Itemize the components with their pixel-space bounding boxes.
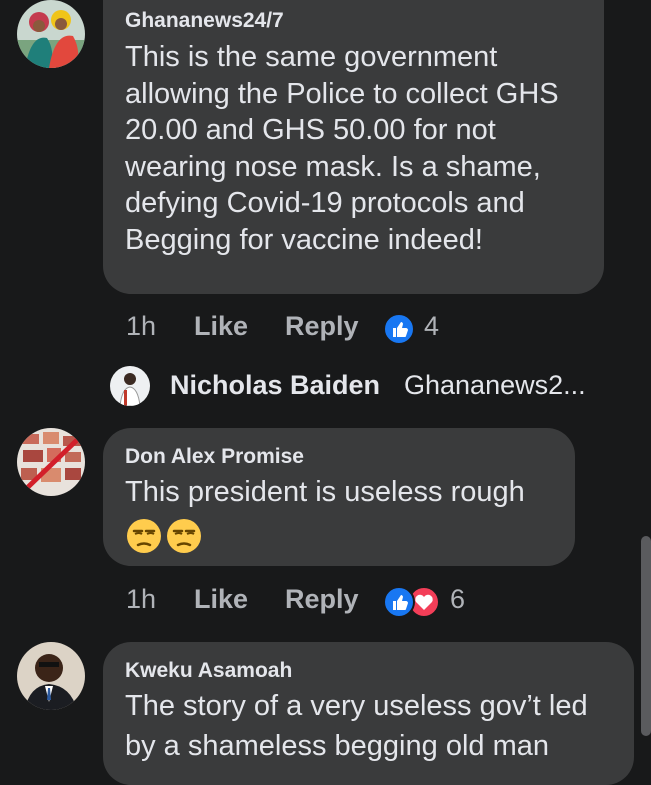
reply-avatar[interactable] <box>110 366 150 406</box>
comment-text: This president is useless rough <box>125 476 525 508</box>
like-reaction-icon[interactable] <box>383 313 415 345</box>
reaction-count[interactable]: 6 <box>450 584 465 615</box>
comment-line: defying Covid-19 protocols and <box>125 187 525 219</box>
comment-timestamp[interactable]: 1h <box>126 311 156 342</box>
comment-author[interactable]: Don Alex Promise <box>125 445 304 469</box>
comment-line: 20.00 and GHS 50.00 for not <box>125 114 496 146</box>
reply-button[interactable]: Reply <box>285 311 359 342</box>
comment-line: wearing nose mask. Is a shame, <box>125 150 541 183</box>
avatar[interactable] <box>17 0 85 68</box>
avatar[interactable] <box>17 642 85 710</box>
like-button[interactable]: Like <box>194 311 248 342</box>
comment-line: allowing the Police to collect GHS <box>125 77 559 110</box>
reaction-count[interactable]: 4 <box>424 311 439 342</box>
unamused-face-emoji <box>127 519 161 553</box>
scrollbar[interactable] <box>641 536 651 736</box>
unamused-face-emoji <box>167 519 201 553</box>
avatar[interactable] <box>17 428 85 496</box>
reply-preview-text[interactable]: Ghananews2... <box>404 370 586 401</box>
like-button[interactable]: Like <box>194 584 248 615</box>
comment-timestamp[interactable]: 1h <box>126 584 156 615</box>
comment-line: by a shameless begging old man <box>125 730 549 762</box>
comment-line: Begging for vaccine indeed! <box>125 223 483 256</box>
comment-text: This is the same government allowing the… <box>125 39 595 258</box>
comment-author[interactable]: Kweku Asamoah <box>125 659 292 683</box>
like-reaction-icon[interactable] <box>383 586 415 618</box>
comment-author[interactable]: Ghananews24/7 <box>125 9 284 33</box>
reply-button[interactable]: Reply <box>285 584 359 615</box>
comment-line: This is the same government <box>125 41 498 73</box>
reply-author[interactable]: Nicholas Baiden <box>170 370 380 401</box>
comment-line: The story of a very useless gov’t led <box>125 690 588 722</box>
